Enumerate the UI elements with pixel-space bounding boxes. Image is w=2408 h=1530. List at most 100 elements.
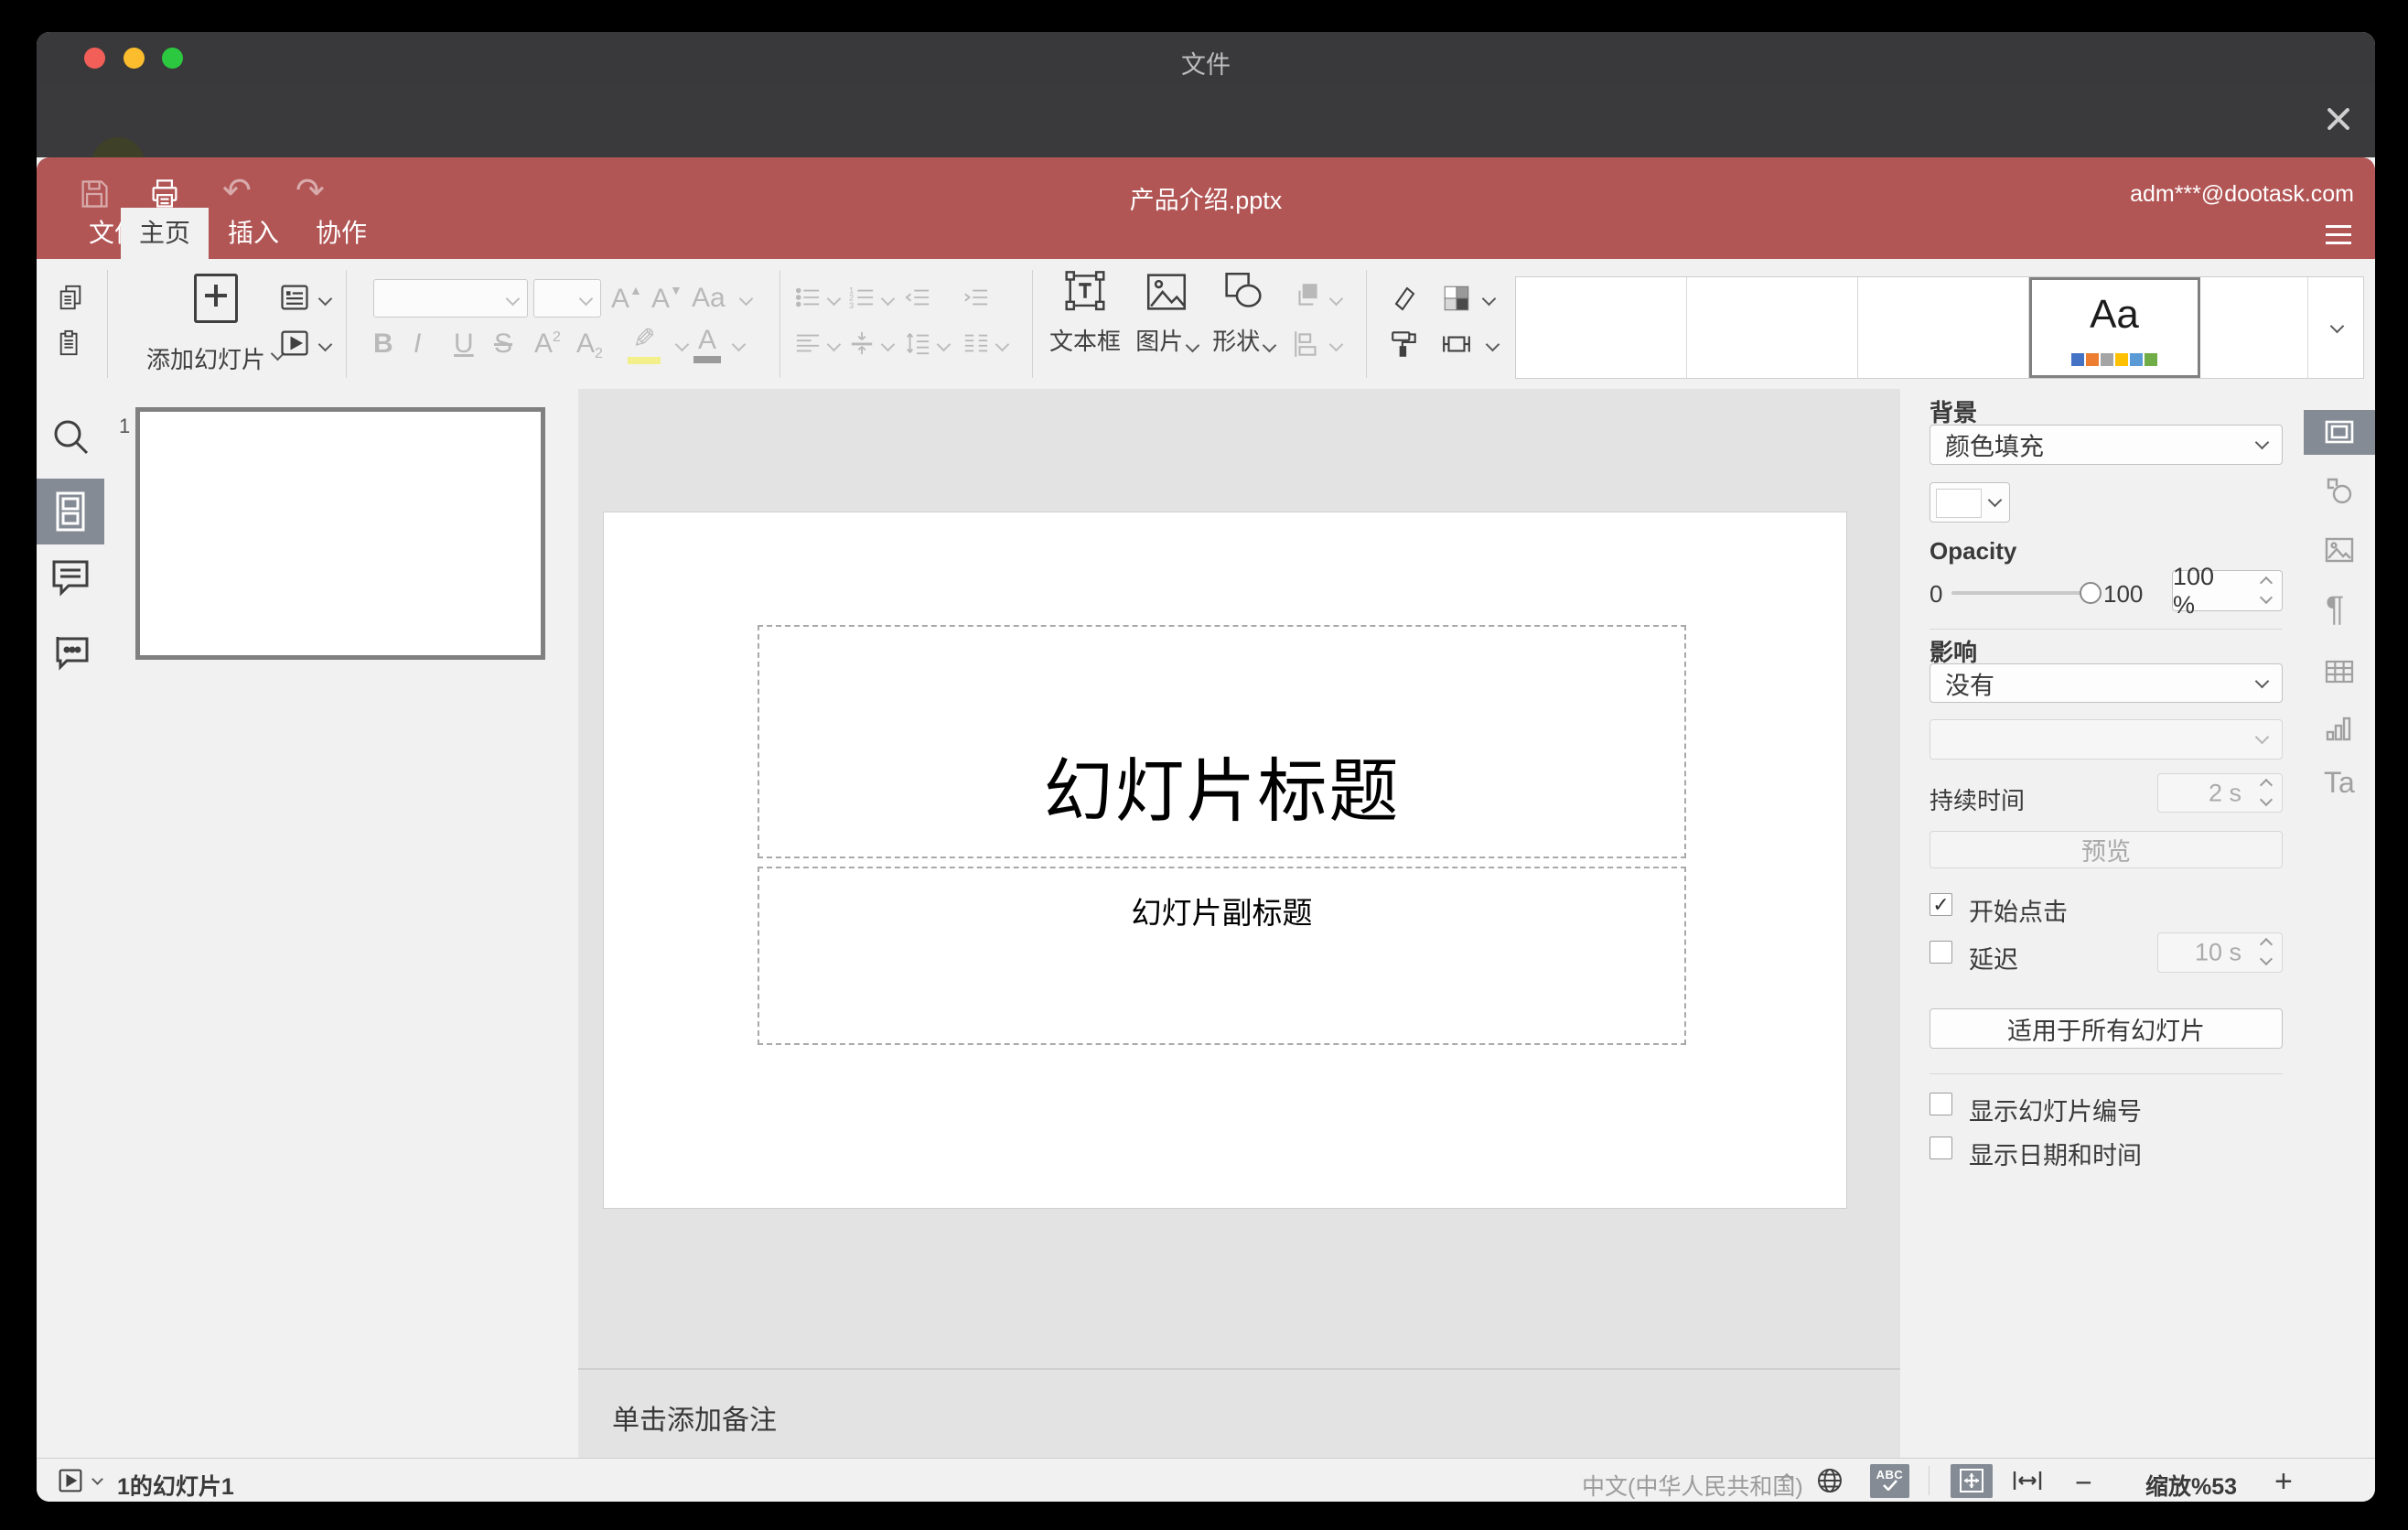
shape-settings-icon[interactable] [2322,473,2357,508]
slide-size-icon[interactable] [1440,329,1473,360]
copy-icon[interactable] [57,284,84,311]
show-date-checkbox[interactable] [1930,1137,1952,1159]
font-size-combo[interactable] [533,279,601,318]
insert-image-button[interactable]: 图片 [1131,268,1202,378]
theme-option[interactable] [1687,277,1858,378]
tab-insert[interactable]: 插入 [212,208,295,259]
apply-to-all-button[interactable]: 适用于所有幻灯片 [1930,1008,2283,1049]
opacity-slider-thumb[interactable] [2080,582,2102,604]
fit-to-width-icon[interactable] [2011,1466,2044,1500]
notes-area[interactable]: 单击添加备注 [578,1368,1900,1460]
language-label[interactable]: 中文(中华人民共和国) [1582,1469,1803,1502]
duration-spinner[interactable]: 2 s [2157,773,2283,813]
chevron-down-icon[interactable] [880,291,896,307]
increase-indent-icon[interactable] [962,285,990,310]
change-case-icon[interactable]: Aa [692,283,726,314]
chat-icon[interactable] [47,626,94,673]
superscript-icon[interactable]: A2 [534,329,561,360]
subscript-icon[interactable]: A2 [576,329,603,362]
theme-option-selected[interactable]: Aa [2029,277,2200,378]
italic-icon[interactable]: I [414,329,421,360]
chevron-down-icon[interactable] [731,337,747,352]
fit-to-slide-icon[interactable] [1951,1464,1993,1498]
delay-checkbox[interactable] [1930,941,1952,964]
fill-type-select[interactable]: 颜色填充 [1930,425,2283,465]
textart-settings-icon[interactable]: Ta [2324,766,2355,800]
highlight-color-icon[interactable]: ✎ [628,323,661,364]
chevron-down-icon[interactable] [91,1473,103,1485]
theme-option[interactable] [1858,277,2029,378]
title-placeholder[interactable]: 幻灯片标题 [758,625,1686,858]
strikethrough-icon[interactable]: S [494,329,512,360]
zoom-out-button[interactable]: − [2075,1466,2092,1500]
show-slide-number-checkbox[interactable] [1930,1093,1952,1115]
chevron-down-icon[interactable] [738,291,754,307]
bold-icon[interactable]: B [373,329,393,360]
spellcheck-icon[interactable]: ABC [1870,1464,1909,1498]
chevron-down-icon[interactable] [880,337,896,352]
paragraph-settings-icon[interactable]: ¶ [2326,590,2344,630]
theme-option[interactable] [2200,277,2308,378]
chevron-down-icon[interactable] [826,291,842,307]
arrange-icon[interactable] [1292,281,1323,312]
opacity-slider[interactable] [1951,591,2087,595]
opacity-spinner[interactable]: 100 % [2172,563,2283,619]
insert-textbox-button[interactable]: 文本框 [1043,268,1127,378]
search-icon[interactable] [47,413,94,460]
slides-icon[interactable] [47,488,94,535]
menu-icon[interactable] [2326,225,2351,245]
columns-icon[interactable] [962,330,990,356]
underline-icon[interactable]: U [454,329,474,360]
image-settings-icon[interactable] [2322,532,2357,566]
tab-collaboration[interactable]: 协作 [300,208,382,259]
vertical-align-icon[interactable] [848,330,876,356]
numbered-list-icon[interactable]: 123 [848,285,876,310]
close-icon[interactable] [2320,102,2357,138]
chevron-down-icon[interactable] [826,337,842,352]
slide-layout-icon[interactable] [278,281,311,314]
chevron-down-icon[interactable] [1481,291,1497,307]
decrease-indent-icon[interactable] [904,285,931,310]
font-grow-icon[interactable]: A▲ [611,283,642,315]
paint-roller-icon[interactable] [1389,329,1420,360]
theme-colors-icon[interactable] [1440,283,1473,318]
font-color-icon[interactable]: A [693,325,721,363]
bullet-list-icon[interactable] [794,285,822,310]
theme-gallery-expand[interactable] [2308,277,2363,378]
start-slideshow-status-icon[interactable] [58,1468,83,1498]
font-name-combo[interactable] [373,279,528,318]
chevron-down-icon[interactable] [317,291,333,307]
chevron-down-icon[interactable] [317,337,333,352]
zoom-in-button[interactable]: + [2274,1464,2293,1500]
subtitle-placeholder[interactable]: 幻灯片副标题 [758,867,1686,1045]
chevron-down-icon[interactable] [994,337,1010,352]
effect-select[interactable]: 没有 [1930,663,2283,703]
paste-icon[interactable] [57,329,84,357]
chart-settings-icon[interactable] [2322,712,2357,747]
slide-settings-icon[interactable] [2322,415,2357,449]
tab-home[interactable]: 主页 [121,208,209,259]
start-slideshow-icon[interactable] [278,327,311,360]
globe-icon[interactable] [1815,1466,1844,1500]
chevron-down-icon[interactable] [1485,337,1500,352]
preview-button[interactable]: 预览 [1930,831,2283,868]
slide-thumbnail[interactable] [135,407,545,660]
chevron-down-icon[interactable] [1328,337,1344,352]
theme-option[interactable] [1516,277,1687,378]
effect-variant-select[interactable] [1930,719,2283,760]
table-settings-icon[interactable] [2322,654,2357,689]
align-shapes-icon[interactable] [1292,329,1323,360]
eraser-icon[interactable] [1389,283,1420,312]
add-slide-button[interactable]: 添加幻灯片 [146,268,285,378]
font-shrink-icon[interactable]: A▼ [651,283,683,315]
chevron-down-icon[interactable] [674,337,690,352]
horizontal-align-icon[interactable] [794,330,822,356]
line-spacing-icon[interactable] [904,330,931,356]
delay-spinner[interactable]: 10 s [2157,932,2283,973]
chevron-down-icon[interactable] [1328,291,1344,307]
fill-color-swatch[interactable] [1930,482,2010,523]
slide[interactable]: 幻灯片标题 幻灯片副标题 [604,512,1846,1208]
start-on-click-checkbox[interactable]: ✓ [1930,893,1952,916]
chevron-down-icon[interactable] [936,337,951,352]
comments-icon[interactable] [47,553,94,600]
